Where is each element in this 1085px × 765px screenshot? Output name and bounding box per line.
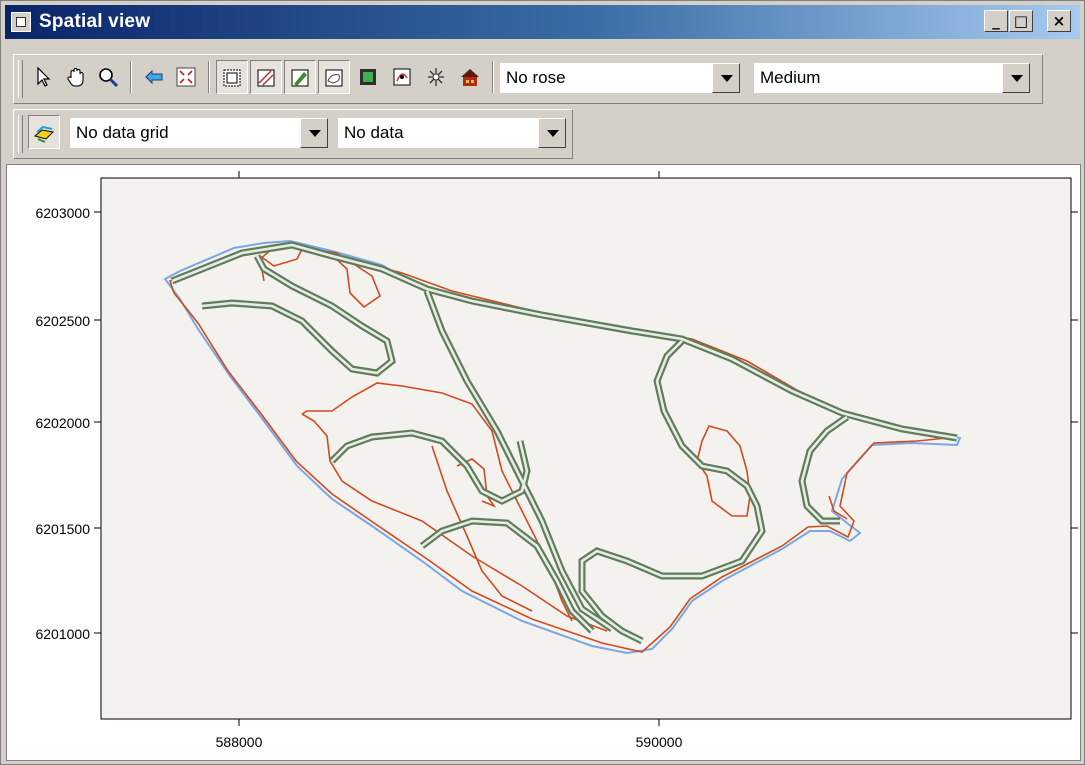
zoom-tool-button[interactable] bbox=[92, 60, 124, 94]
layer-toggle-icon bbox=[393, 68, 411, 86]
close-button[interactable]: × bbox=[1047, 10, 1071, 32]
window-title: Spatial view bbox=[39, 11, 151, 32]
layer-hatch-icon bbox=[257, 69, 275, 87]
x-tick-label: 588000 bbox=[216, 734, 263, 750]
data-grid-icon bbox=[33, 125, 55, 143]
y-tick-label: 6203000 bbox=[35, 205, 90, 221]
building-button[interactable] bbox=[454, 60, 486, 94]
minimize-button[interactable]: _ bbox=[984, 10, 1008, 32]
window-icon bbox=[11, 12, 31, 32]
chevron-down-icon[interactable] bbox=[712, 63, 740, 93]
y-tick-label: 6202500 bbox=[35, 313, 90, 329]
layer-green-icon bbox=[291, 69, 309, 87]
size-select[interactable]: Medium bbox=[754, 63, 1030, 93]
title-bar[interactable]: Spatial view _ □ × bbox=[5, 5, 1080, 39]
data-select[interactable]: No data bbox=[338, 118, 566, 148]
zoom-icon bbox=[99, 68, 119, 88]
wind-rose-icon bbox=[428, 68, 444, 86]
layer-hatch-button[interactable] bbox=[250, 60, 282, 94]
layer-fill-icon bbox=[360, 69, 376, 85]
zoom-extent-button[interactable] bbox=[170, 60, 202, 94]
map-view[interactable]: 6203000 6202500 6202000 6201500 6201000 … bbox=[6, 164, 1081, 761]
y-tick-label: 6201000 bbox=[35, 626, 90, 642]
data-select-value: No data bbox=[344, 123, 404, 142]
data-grid-select-value: No data grid bbox=[76, 123, 169, 142]
map-frame-button[interactable] bbox=[216, 60, 248, 94]
maximize-button[interactable]: □ bbox=[1009, 10, 1033, 32]
map-frame-icon bbox=[223, 69, 241, 87]
size-select-value: Medium bbox=[760, 68, 821, 87]
layer-toggle-button[interactable] bbox=[386, 60, 418, 94]
toolbar-grip[interactable] bbox=[18, 115, 23, 153]
building-icon bbox=[461, 69, 479, 86]
chevron-down-icon[interactable] bbox=[300, 118, 328, 148]
data-grid-select[interactable]: No data grid bbox=[70, 118, 328, 148]
y-tick-label: 6201500 bbox=[35, 521, 90, 537]
pan-tool-button[interactable] bbox=[60, 60, 92, 94]
layer-outline-button[interactable] bbox=[318, 60, 350, 94]
layer-outline-icon bbox=[325, 69, 343, 87]
rose-select-value: No rose bbox=[506, 68, 566, 87]
rose-select[interactable]: No rose bbox=[500, 63, 740, 93]
map-canvas[interactable]: 6203000 6202500 6202000 6201500 6201000 … bbox=[7, 165, 1080, 760]
chevron-down-icon[interactable] bbox=[538, 118, 566, 148]
layer-green-button[interactable] bbox=[284, 60, 316, 94]
back-button[interactable] bbox=[138, 60, 170, 94]
back-arrow-icon bbox=[145, 69, 163, 85]
hand-pan-icon bbox=[67, 68, 84, 87]
data-toolbar: No data grid No data bbox=[13, 109, 573, 159]
x-tick-label: 590000 bbox=[636, 734, 683, 750]
chevron-down-icon[interactable] bbox=[1002, 63, 1030, 93]
toolbar-grip[interactable] bbox=[18, 60, 23, 98]
pointer-tool-button[interactable] bbox=[28, 60, 60, 94]
spatial-view-window: Spatial view _ □ × No rose Medium No dat… bbox=[0, 0, 1085, 765]
pointer-icon bbox=[37, 66, 51, 87]
main-toolbar: No rose Medium bbox=[13, 54, 1043, 104]
wind-rose-button[interactable] bbox=[420, 60, 452, 94]
layer-fill-button[interactable] bbox=[352, 60, 384, 94]
y-tick-label: 6202000 bbox=[35, 415, 90, 431]
data-grid-button[interactable] bbox=[28, 115, 60, 149]
zoom-extent-icon bbox=[176, 67, 196, 87]
